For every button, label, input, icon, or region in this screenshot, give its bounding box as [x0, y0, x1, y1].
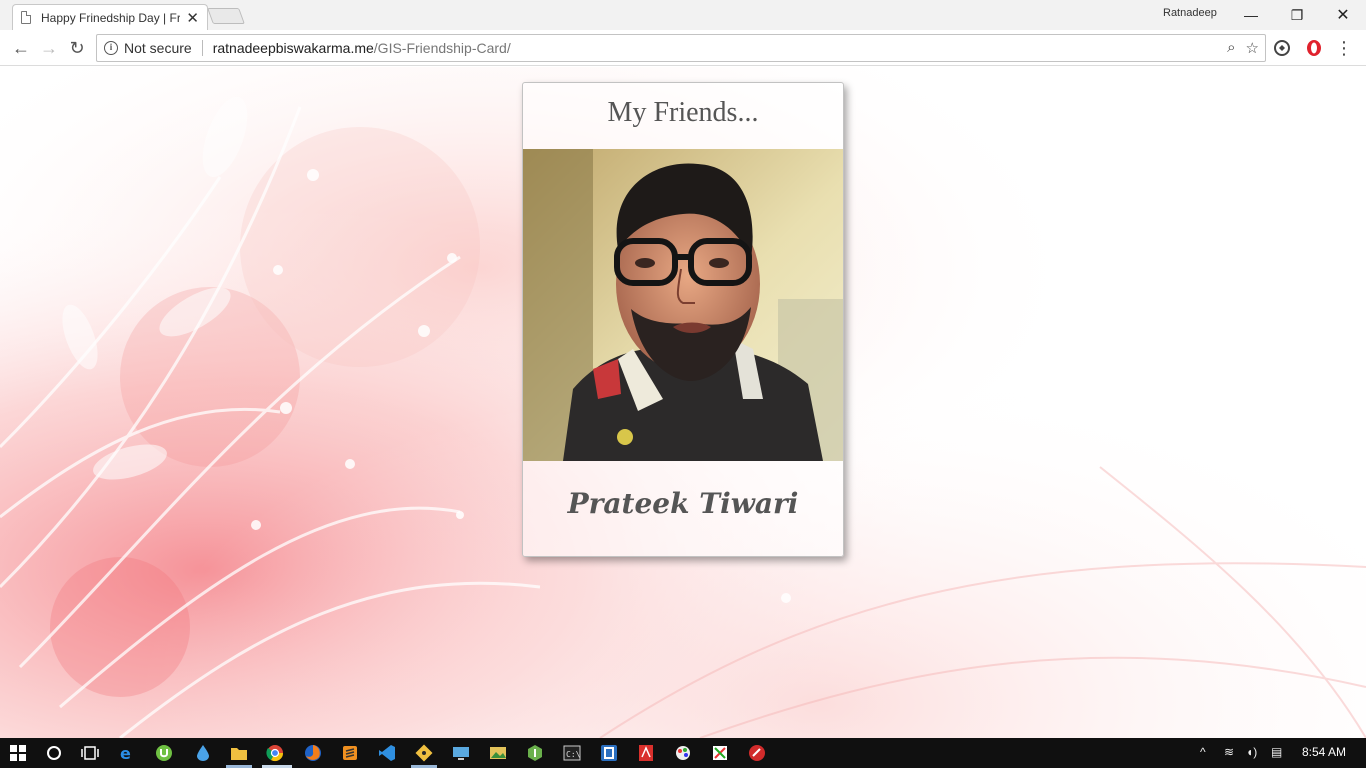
windows-start-icon[interactable] — [7, 742, 29, 764]
firefox-icon[interactable] — [302, 742, 324, 764]
minimize-button[interactable]: — — [1228, 0, 1274, 30]
address-bar[interactable]: i Not secure ratnadeepbiswakarma.me/GIS-… — [96, 34, 1266, 62]
zoom-icon[interactable]: ⌕ — [1227, 39, 1235, 57]
monitor-app-icon[interactable] — [450, 742, 472, 764]
browser-toolbar: ← → ↻ i Not secure ratnadeepbiswakarma.m… — [0, 30, 1366, 66]
info-icon[interactable]: i — [104, 41, 118, 55]
svg-text:e: e — [120, 744, 131, 762]
new-tab-button[interactable] — [207, 8, 245, 24]
paint-app-icon[interactable] — [672, 742, 694, 764]
divider — [201, 40, 203, 56]
browser-tab[interactable]: Happy Frinedship Day | Fr ✕ — [12, 4, 208, 30]
bookmark-star-icon[interactable]: ☆ — [1246, 39, 1259, 57]
sync-extension-icon[interactable] — [1272, 38, 1292, 58]
profile-name[interactable]: Ratnadeep — [1163, 7, 1217, 19]
red-circle-app-icon[interactable] — [746, 742, 768, 764]
opera-extension-icon[interactable] — [1304, 38, 1324, 58]
url-domain[interactable]: ratnadeepbiswakarma.me — [213, 40, 374, 56]
friendship-card: My Friends... Prateek Tiwari — [522, 82, 844, 557]
sublime-text-icon[interactable] — [339, 742, 361, 764]
search-icon[interactable] — [43, 742, 65, 764]
restore-button[interactable]: ❐ — [1274, 0, 1320, 30]
tab-title: Happy Frinedship Day | Fr — [41, 10, 181, 25]
file-explorer-icon[interactable] — [228, 742, 250, 764]
reload-button[interactable]: ↻ — [65, 36, 89, 60]
vscode-icon[interactable] — [376, 742, 398, 764]
card-title: My Friends... — [607, 97, 759, 128]
wifi-icon[interactable]: ≋ — [1224, 745, 1234, 759]
back-button[interactable]: ← — [9, 36, 33, 60]
adobe-acrobat-icon[interactable] — [635, 742, 657, 764]
edge-browser-icon[interactable]: e — [116, 742, 138, 764]
browser-titlebar: Happy Frinedship Day | Fr ✕ Ratnadeep — … — [0, 0, 1366, 30]
android-studio-icon[interactable] — [524, 742, 546, 764]
volume-icon[interactable]: ◖) — [1246, 745, 1257, 759]
snipping-tool-icon[interactable] — [709, 742, 731, 764]
git-icon[interactable] — [413, 742, 435, 764]
notifications-icon[interactable]: ▤ — [1271, 745, 1282, 759]
windows-taskbar: e C:\ ^ ≋ ◖) ▤ 8:54 AM — [0, 738, 1366, 768]
document-icon — [21, 11, 31, 24]
friend-photo — [523, 149, 843, 461]
svg-text:C:\: C:\ — [566, 750, 581, 759]
security-status[interactable]: Not secure — [124, 40, 192, 56]
taskbar-clock[interactable]: 8:54 AM — [1302, 745, 1346, 759]
upwork-icon[interactable] — [153, 742, 175, 764]
droplet-app-icon[interactable] — [192, 742, 214, 764]
photos-app-icon[interactable] — [487, 742, 509, 764]
close-window-button[interactable]: ✕ — [1320, 0, 1366, 30]
url-path[interactable]: /GIS-Friendship-Card/ — [374, 40, 511, 56]
omnibox-actions: ⌕ ☆ — [1227, 39, 1259, 57]
task-view-icon[interactable] — [79, 742, 101, 764]
blue-app-icon[interactable] — [598, 742, 620, 764]
forward-button[interactable]: → — [37, 36, 61, 60]
tab-close-icon[interactable]: ✕ — [186, 9, 199, 27]
page-viewport: My Friends... Prateek Tiwari — [0, 67, 1366, 738]
command-prompt-icon[interactable]: C:\ — [561, 742, 583, 764]
friend-name: Prateek Tiwari — [567, 487, 799, 520]
show-hidden-icons[interactable]: ^ — [1200, 745, 1206, 759]
chrome-icon[interactable] — [264, 742, 286, 764]
menu-icon[interactable]: ⋮ — [1334, 38, 1354, 58]
